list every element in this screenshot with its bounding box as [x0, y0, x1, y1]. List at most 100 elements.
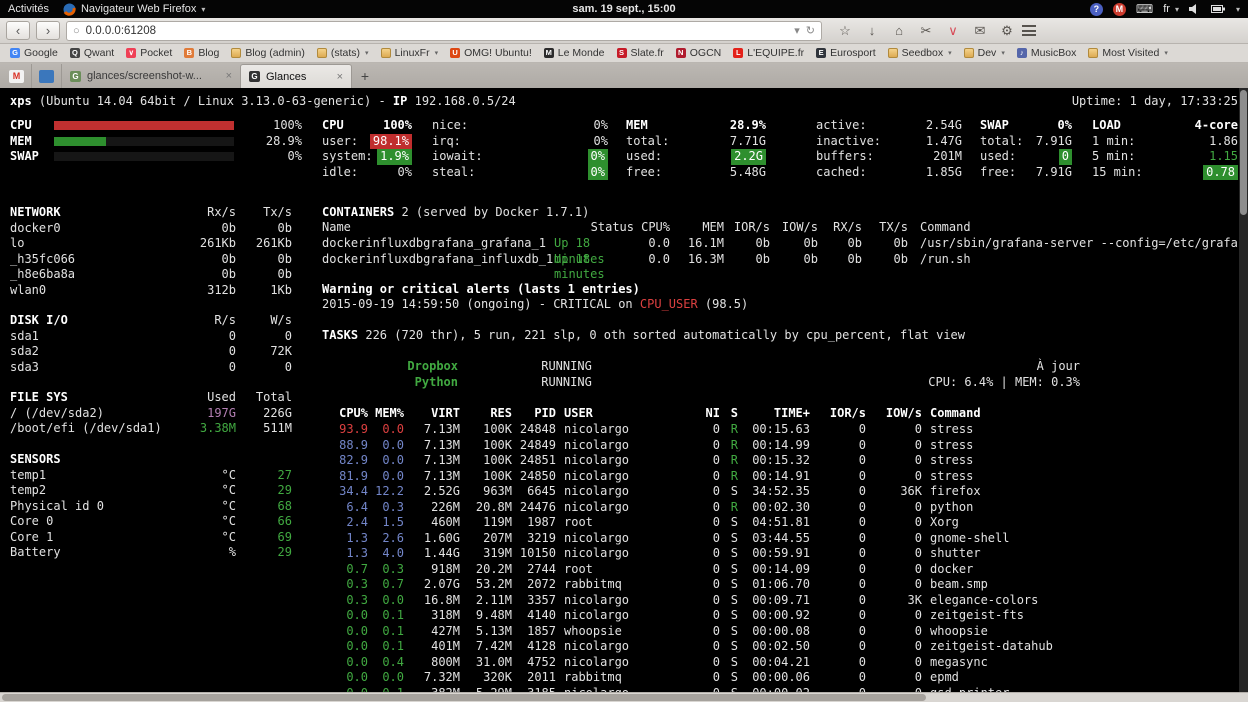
url-input[interactable]: [86, 25, 789, 37]
bookmark-item[interactable]: S Slate.fr ▾: [611, 44, 670, 62]
amp-name: Python: [322, 375, 458, 391]
col-res[interactable]: RES: [460, 406, 512, 422]
process-user: nicolargo: [556, 484, 656, 500]
horizontal-scrollbar[interactable]: [0, 692, 1248, 702]
process-pid: 4140: [512, 608, 556, 624]
col-virt[interactable]: VIRT: [404, 406, 460, 422]
alerts-title: Warning or critical alerts (lasts 1 entr…: [322, 282, 640, 298]
horizontal-scrollbar-thumb[interactable]: [2, 694, 926, 701]
gmail-pinned-tab[interactable]: M: [2, 64, 32, 88]
new-tab-button[interactable]: +: [352, 64, 378, 88]
diskio-panel: DISK I/O R/s W/s sda1 0 0 sda2 0 72K: [10, 313, 292, 375]
tab-close-icon[interactable]: ×: [337, 71, 343, 83]
bookmark-item[interactable]: B Blog ▾: [178, 44, 225, 62]
amp-name: Dropbox: [322, 359, 458, 375]
bookmark-label: L'EQUIPE.fr: [747, 47, 804, 59]
app-menu[interactable]: Navigateur Web Firefox ▾: [63, 3, 205, 16]
sensor-unit: °C: [172, 514, 236, 530]
col-pid[interactable]: PID: [512, 406, 556, 422]
process-time: 03:44.55: [738, 531, 810, 547]
col-iow[interactable]: IOW/s: [866, 406, 922, 422]
process-mem: 0.7: [368, 577, 404, 593]
reload-icon[interactable]: ↻: [806, 24, 815, 37]
col-user[interactable]: USER: [556, 406, 656, 422]
col-tx: TX/s: [862, 220, 908, 236]
used-value: 3.38M: [172, 421, 236, 437]
bookmark-item[interactable]: U OMG! Ubuntu! ▾: [444, 44, 538, 62]
pocket-icon[interactable]: ∨: [944, 23, 962, 39]
col-command[interactable]: Command: [930, 406, 1238, 422]
activities-button[interactable]: Activités: [8, 3, 49, 15]
bookmark-item[interactable]: Q Qwant ▾: [64, 44, 120, 62]
pinned-tab-letter: M: [13, 71, 21, 81]
col-time[interactable]: TIME+: [738, 406, 810, 422]
downloads-icon[interactable]: ↓: [863, 23, 881, 38]
clock[interactable]: sam. 19 sept., 15:00: [572, 3, 675, 15]
gear-icon[interactable]: ⚙: [998, 23, 1016, 39]
process-user: root: [556, 515, 656, 531]
bookmark-item[interactable]: N OGCN ▾: [670, 44, 728, 62]
hamburger-menu-icon[interactable]: [1022, 25, 1036, 36]
volume-icon[interactable]: [1189, 4, 1201, 14]
bookmark-item[interactable]: Seedbox ▾: [882, 44, 958, 62]
bookmark-item[interactable]: E Eurosport ▾: [810, 44, 882, 62]
col-status[interactable]: S: [720, 406, 738, 422]
browser-tab[interactable]: G glances/screenshot-w... ×: [62, 64, 240, 88]
url-dropdown-icon[interactable]: ▾: [794, 24, 800, 37]
vertical-scrollbar-thumb[interactable]: [1240, 90, 1247, 215]
bookmark-item[interactable]: (stats) ▾: [311, 44, 375, 62]
url-bar[interactable]: ○ ▾ ↻: [66, 21, 822, 41]
process-res: 119M: [460, 515, 512, 531]
process-pid: 10150: [512, 546, 556, 562]
bookmark-star-icon[interactable]: ☆: [836, 23, 854, 39]
stat-row: idle:0%: [322, 165, 412, 181]
diskio-title: DISK I/O: [10, 313, 172, 329]
process-mem: 1.5: [368, 515, 404, 531]
bookmark-item[interactable]: ∨ Pocket ▾: [120, 44, 178, 62]
process-iow: 0: [866, 562, 922, 578]
mail-icon[interactable]: ✉: [971, 23, 989, 39]
bookmark-item[interactable]: ♪ MusicBox ▾: [1011, 44, 1083, 62]
col-cpu-percent[interactable]: CPU%: [322, 406, 368, 422]
chevron-down-icon: ▾: [1001, 49, 1005, 57]
vertical-scrollbar[interactable]: [1239, 88, 1248, 692]
back-button[interactable]: ‹: [6, 21, 30, 40]
col-nice[interactable]: NI: [656, 406, 720, 422]
process-row: 0.0 0.0 7.32M 320K 2011 rabbitmq 0 S 00:…: [322, 670, 1238, 686]
gmail-notifier-icon[interactable]: M: [1113, 3, 1126, 16]
alert-entry: 2015-09-19 14:59:50 (ongoing) - CRITICAL…: [322, 297, 748, 313]
col-mem-percent[interactable]: MEM%: [368, 406, 404, 422]
uptime: Uptime: 1 day, 17:33:25: [1072, 94, 1238, 110]
battery-icon[interactable]: [1211, 5, 1226, 13]
amp-row: Python RUNNING: [322, 375, 592, 391]
browser-tab[interactable]: G Glances ×: [240, 64, 352, 88]
home-icon[interactable]: ⌂: [890, 23, 908, 38]
sensor-unit: %: [172, 545, 236, 561]
amp-row: Dropbox RUNNING: [322, 359, 592, 375]
filesystem-header: FILE SYS Used Total: [10, 390, 292, 406]
bookmark-item[interactable]: Blog (admin) ▾: [225, 44, 311, 62]
process-iow: 0: [866, 608, 922, 624]
system-menu-caret-icon[interactable]: ▾: [1236, 5, 1240, 14]
help-indicator-icon[interactable]: ?: [1090, 3, 1103, 16]
bookmark-item[interactable]: G Google ▾: [4, 44, 64, 62]
bookmark-item[interactable]: LinuxFr ▾: [375, 44, 445, 62]
process-user: nicolargo: [556, 546, 656, 562]
process-command: firefox: [930, 484, 1238, 500]
bookmark-item[interactable]: L L'EQUIPE.fr ▾: [727, 44, 810, 62]
bookmark-item[interactable]: M Le Monde ▾: [538, 44, 611, 62]
screenshot-icon[interactable]: ✂: [917, 23, 935, 39]
forward-button[interactable]: ›: [36, 21, 60, 40]
bookmark-item[interactable]: Dev ▾: [958, 44, 1011, 62]
language-indicator[interactable]: fr ▾: [1163, 3, 1179, 15]
bookmark-item[interactable]: Most Visited ▾: [1082, 44, 1174, 62]
process-command: epmd: [930, 670, 1238, 686]
col-ior[interactable]: IOR/s: [810, 406, 866, 422]
keyboard-icon[interactable]: ⌨: [1136, 2, 1153, 16]
tab-close-icon[interactable]: ×: [226, 70, 232, 82]
diskio-col1-header: R/s: [172, 313, 236, 329]
process-time: 00:00.92: [738, 608, 810, 624]
blue-app-pinned-tab[interactable]: [32, 64, 62, 88]
process-status: R: [720, 500, 738, 516]
stat-label: buffers:: [816, 149, 874, 165]
